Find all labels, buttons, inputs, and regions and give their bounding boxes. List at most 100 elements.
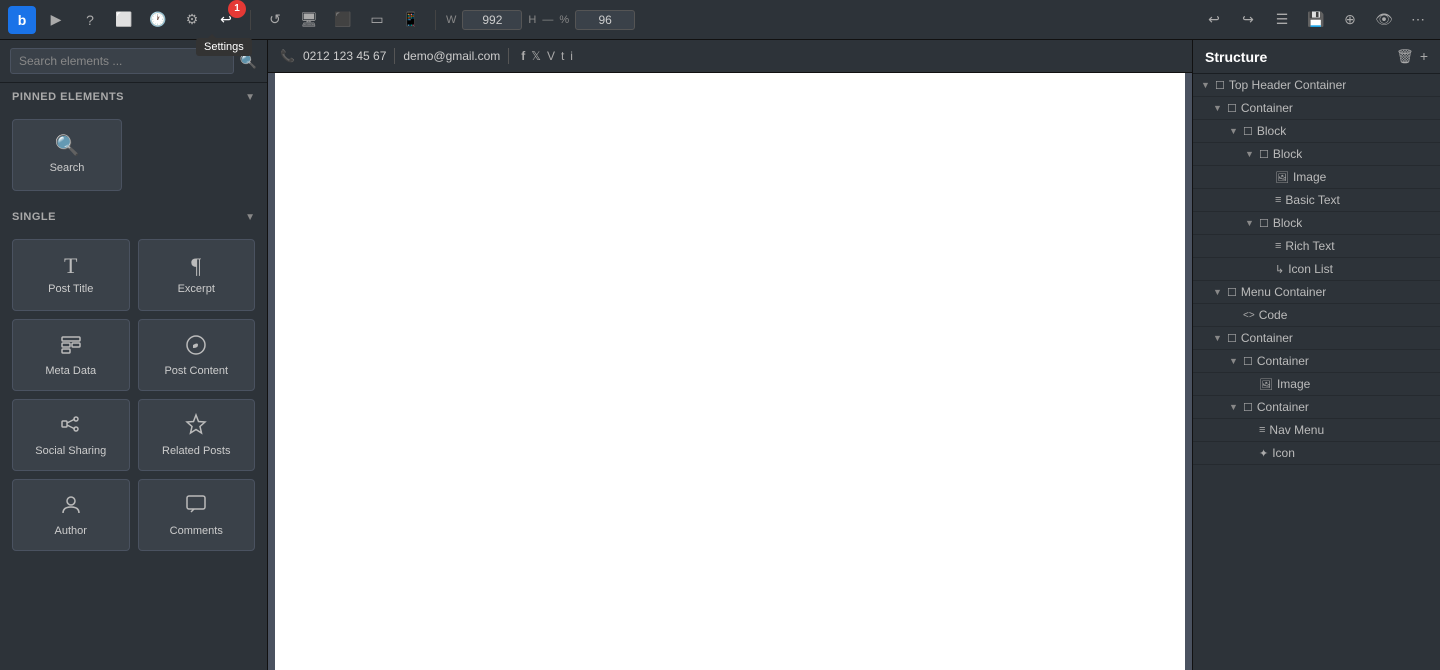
tree-label: Icon List (1288, 262, 1333, 276)
tree-item-nav-menu[interactable]: ≡ Nav Menu (1193, 419, 1440, 442)
tree-label: Block (1273, 147, 1302, 161)
vimeo-icon[interactable]: V (547, 49, 555, 63)
tree-item-block-3[interactable]: ▼ ☐ Block (1193, 212, 1440, 235)
tree-label: Image (1277, 377, 1310, 391)
tree-item-icon[interactable]: ✦ Icon (1193, 442, 1440, 465)
tree-container-icon: ☐ (1227, 102, 1237, 115)
canvas-social-icons: f 𝕏 V t i (521, 49, 573, 63)
search-element-icon: 🔍 (55, 136, 80, 156)
desktop-view-button[interactable]: 🖥 (295, 6, 323, 34)
top-toolbar: b ▶ ? ⬜ 🕐 ⚙ Settings ↩ 1 ↺ 🖥 ⬛ ▭ 📱 W H —… (0, 0, 1440, 40)
main-layout: 🔍 PINNED ELEMENTS ▼ 🔍 Search S (0, 40, 1440, 670)
phone-number: 0212 123 45 67 (303, 49, 386, 63)
element-card-post-title[interactable]: T Post Title (12, 239, 130, 311)
element-card-comments[interactable]: Comments (138, 479, 256, 551)
wp-button[interactable]: ⊕ (1336, 6, 1364, 34)
refresh-button[interactable]: ↺ (261, 6, 289, 34)
undo-button[interactable]: ↩ (1200, 6, 1228, 34)
single-section-header[interactable]: SINGLE ▼ (0, 203, 267, 231)
element-card-related-posts[interactable]: Related Posts (138, 399, 256, 471)
tablet-landscape-button[interactable]: ⬛ (329, 6, 357, 34)
tree-label: Image (1293, 170, 1326, 184)
tree-item-basic-text[interactable]: ≡ Basic Text (1193, 189, 1440, 212)
history-button[interactable]: 🕐 (144, 6, 172, 34)
tree-container-icon: ☐ (1243, 401, 1253, 414)
structure-panel-title: Structure (1205, 49, 1267, 65)
tree-chevron-icon: ▼ (1229, 402, 1239, 412)
tree-item-block-1[interactable]: ▼ ☐ Block (1193, 120, 1440, 143)
element-card-author[interactable]: Author (12, 479, 130, 551)
tree-label: Menu Container (1241, 285, 1326, 299)
tumblr-icon[interactable]: t (561, 49, 564, 63)
single-section: SINGLE ▼ T Post Title ¶ Excerpt (0, 203, 267, 563)
tree-label: Code (1259, 308, 1288, 322)
settings-tooltip: Settings (196, 38, 252, 56)
instagram-icon[interactable]: i (570, 49, 573, 63)
width-input[interactable] (462, 10, 522, 30)
single-elements-grid: T Post Title ¶ Excerpt (0, 231, 267, 563)
tree-label: Container (1257, 354, 1309, 368)
more-button[interactable]: ⋯ (1404, 6, 1432, 34)
grid-button[interactable]: ☰ (1268, 6, 1296, 34)
structure-panel-header: Structure 🗑 + (1193, 40, 1440, 74)
percent-input[interactable] (575, 10, 635, 30)
tree-item-block-2[interactable]: ▼ ☐ Block (1193, 143, 1440, 166)
h-label: H (528, 14, 536, 26)
mobile-button[interactable]: 📱 (397, 6, 425, 34)
preview-button[interactable]: 👁 (1370, 6, 1398, 34)
tree-label: Block (1273, 216, 1302, 230)
settings-button[interactable]: ⚙ (178, 6, 206, 34)
tree-block-icon: ☐ (1259, 217, 1269, 230)
help-button[interactable]: ? (76, 6, 104, 34)
element-card-post-content[interactable]: Post Content (138, 319, 256, 391)
tree-text-icon: ≡ (1275, 194, 1281, 206)
back-button[interactable]: ↩ 1 (212, 6, 240, 34)
tree-item-image-1[interactable]: 🖼 Image (1193, 166, 1440, 189)
tree-rich-text-icon: ≡ (1275, 240, 1281, 252)
twitter-icon[interactable]: 𝕏 (531, 49, 541, 63)
logo-button[interactable]: b (8, 6, 36, 34)
tree-label: Container (1257, 400, 1309, 414)
tree-item-top-header-container[interactable]: ▼ ☐ Top Header Container (1193, 74, 1440, 97)
toolbar-divider-2 (435, 10, 436, 30)
tree-chevron-icon: ▼ (1229, 126, 1239, 136)
structure-tree: ▼ ☐ Top Header Container ▼ ☐ Container ▼… (1193, 74, 1440, 670)
tree-item-rich-text[interactable]: ≡ Rich Text (1193, 235, 1440, 258)
left-panel: 🔍 PINNED ELEMENTS ▼ 🔍 Search S (0, 40, 268, 670)
tree-chevron-icon: ▼ (1245, 149, 1255, 159)
phone-icon: 📞 (280, 49, 295, 63)
tree-item-menu-container[interactable]: ▼ ☐ Menu Container (1193, 281, 1440, 304)
canvas-social-divider (508, 48, 509, 64)
related-posts-icon (185, 413, 207, 439)
tree-item-image-2[interactable]: 🖼 Image (1193, 373, 1440, 396)
post-content-label: Post Content (164, 365, 228, 377)
tree-label: Container (1241, 101, 1293, 115)
pointer-tool-button[interactable]: ▶ (42, 6, 70, 34)
element-card-meta-data[interactable]: Meta Data (12, 319, 130, 391)
add-structure-button[interactable]: + (1420, 48, 1428, 65)
back-badge: 1 (228, 0, 246, 18)
tree-item-container-1[interactable]: ▼ ☐ Container (1193, 97, 1440, 120)
tablet-portrait-button[interactable]: ▭ (363, 6, 391, 34)
save-button[interactable]: 💾 (1302, 6, 1330, 34)
tree-item-icon-list[interactable]: ↳ Icon List (1193, 258, 1440, 281)
element-card-excerpt[interactable]: ¶ Excerpt (138, 239, 256, 311)
redo-button[interactable]: ↪ (1234, 6, 1262, 34)
search-element-label: Search (50, 162, 85, 174)
pages-button[interactable]: ⬜ (110, 6, 138, 34)
tree-icon-list-icon: ↳ (1275, 263, 1284, 276)
tree-label: Nav Menu (1269, 423, 1324, 437)
element-card-search[interactable]: 🔍 Search (12, 119, 122, 191)
pinned-section-header[interactable]: PINNED ELEMENTS ▼ (0, 83, 267, 111)
delete-structure-button[interactable]: 🗑 (1396, 48, 1414, 65)
canvas-topbar-divider (394, 48, 395, 64)
post-content-icon (185, 334, 207, 359)
facebook-icon[interactable]: f (521, 49, 525, 63)
tree-container-icon: ☐ (1227, 332, 1237, 345)
tree-item-code[interactable]: <> Code (1193, 304, 1440, 327)
tree-item-container-2[interactable]: ▼ ☐ Container (1193, 327, 1440, 350)
element-card-social-sharing[interactable]: Social Sharing (12, 399, 130, 471)
canvas-frame (275, 73, 1185, 670)
tree-item-container-4[interactable]: ▼ ☐ Container (1193, 396, 1440, 419)
tree-item-container-3[interactable]: ▼ ☐ Container (1193, 350, 1440, 373)
